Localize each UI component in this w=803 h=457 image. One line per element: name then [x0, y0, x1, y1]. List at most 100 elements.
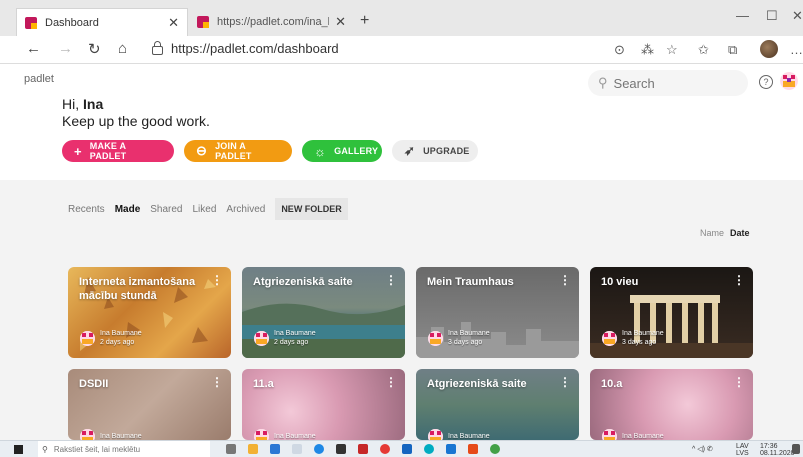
document-icon[interactable] [292, 444, 302, 454]
language-bottom: LVS [736, 450, 749, 457]
more-vertical-icon[interactable]: ⋮ [211, 273, 223, 287]
card-time: 2 days ago [100, 339, 135, 346]
tab-liked[interactable]: Liked [193, 204, 217, 215]
close-window-icon[interactable]: ✕ [792, 8, 803, 24]
taskbar-search[interactable]: ⚲ [38, 441, 210, 457]
home-icon[interactable]: ⌂ [118, 40, 127, 57]
word-icon[interactable] [402, 444, 412, 454]
outlook-icon[interactable] [446, 444, 456, 454]
tab-padlet-profile[interactable]: https://padlet.com/ina_baumane ✕ [189, 8, 354, 36]
favorites-list-icon[interactable]: ✩ [698, 42, 709, 58]
tab-shared[interactable]: Shared [150, 204, 182, 215]
card-owner: Ina Baumane [428, 429, 490, 440]
collections-icon[interactable]: ⧉ [728, 42, 737, 58]
gallery-button[interactable]: ☼ GALLERY [302, 140, 382, 162]
sort-by-name[interactable]: Name [700, 228, 724, 238]
tray-icons[interactable]: ^ ◁) ✆ [692, 446, 713, 453]
windows-taskbar: ⚲ ^ ◁) ✆ LAV LVS 17:36 08.11.2020 [0, 440, 803, 457]
language-indicator[interactable]: LAV LVS [736, 443, 749, 457]
padlet-card[interactable]: Atgriezeniskā saite ⋮ Ina Baumane [416, 369, 579, 440]
join-a-padlet-button[interactable]: ⊖ JOIN A PADLET [184, 140, 292, 162]
card-title: 10 vieu [601, 276, 639, 288]
card-owner: Ina Baumane [80, 429, 142, 440]
store-icon[interactable] [336, 444, 346, 454]
padlet-card[interactable]: Atgriezeniskā saite ⋮ Ina Baumane 2 days … [242, 267, 405, 358]
owner-avatar [254, 429, 269, 440]
padlet-favicon-icon [197, 16, 209, 28]
padlet-card[interactable]: 11.a ⋮ Ina Baumane [242, 369, 405, 440]
app-icon[interactable] [358, 444, 368, 454]
maximize-icon[interactable]: ☐ [766, 8, 778, 24]
more-vertical-icon[interactable]: ⋮ [211, 375, 223, 389]
more-vertical-icon[interactable]: ⋮ [559, 273, 571, 287]
edge-icon[interactable] [314, 444, 324, 454]
owner-avatar [428, 429, 443, 440]
padlet-card[interactable]: DSDII ⋮ Ina Baumane [68, 369, 231, 440]
card-owner: Ina Baumane [254, 429, 316, 440]
padlet-card[interactable]: 10.a ⋮ Ina Baumane [590, 369, 753, 440]
new-folder-button[interactable]: NEW FOLDER [275, 198, 348, 220]
card-time: 2 days ago [274, 339, 309, 346]
help-icon[interactable]: ? [759, 75, 773, 89]
search-input[interactable] [613, 75, 734, 91]
windows-start-icon[interactable] [14, 445, 23, 454]
new-tab-icon[interactable]: + [360, 12, 369, 30]
notifications-icon[interactable] [792, 444, 800, 454]
more-vertical-icon[interactable]: ⋮ [733, 375, 745, 389]
refresh-icon[interactable]: ↻ [88, 40, 101, 58]
task-view-icon[interactable] [226, 444, 236, 454]
padlet-logo[interactable]: padlet [24, 73, 54, 85]
more-vertical-icon[interactable]: ⋮ [559, 375, 571, 389]
card-title: 10.a [601, 378, 623, 390]
tab-archived[interactable]: Archived [226, 204, 265, 215]
padlet-favicon-icon [25, 16, 37, 29]
skype-icon[interactable] [424, 444, 434, 454]
mail-icon[interactable] [270, 444, 280, 454]
url-field[interactable]: https://padlet.com/dashboard [152, 40, 339, 56]
lightbulb-icon: ☼ [314, 143, 327, 159]
read-aloud-icon[interactable]: ⁂ [641, 42, 654, 58]
link-icon: ⊖ [196, 143, 208, 158]
padlet-card[interactable]: 10 vieu ⋮ Ina Baumane 3 days ago [590, 267, 753, 358]
clock[interactable]: 17:36 08.11.2020 [760, 443, 795, 457]
owner-avatar [254, 330, 269, 346]
upgrade-button[interactable]: ➶ UPGRADE [392, 140, 478, 162]
opera-icon[interactable] [380, 444, 390, 454]
greeting-name: Ina [83, 96, 104, 112]
forward-arrow-icon[interactable]: → [58, 40, 73, 57]
taskbar-search-input[interactable] [53, 445, 174, 454]
file-explorer-icon[interactable] [248, 444, 258, 454]
chrome-icon[interactable] [490, 444, 500, 454]
sort-options: Name Date [700, 228, 750, 238]
padlet-card[interactable]: Mein Traumhaus ⋮ Ina Baumane 3 days ago [416, 267, 579, 358]
user-avatar[interactable] [780, 72, 798, 90]
search-icon: ⚲ [598, 75, 608, 90]
close-icon[interactable]: ✕ [335, 14, 346, 30]
favorite-star-icon[interactable]: ☆ [666, 42, 678, 58]
sort-by-date[interactable]: Date [730, 228, 750, 238]
plus-icon: + [74, 143, 82, 159]
more-menu-icon[interactable]: … [790, 42, 803, 57]
card-title: Mein Traumhaus [427, 276, 514, 288]
more-vertical-icon[interactable]: ⋮ [385, 273, 397, 287]
powerpoint-icon[interactable] [468, 444, 478, 454]
tab-made[interactable]: Made [115, 204, 141, 215]
card-owner: Ina Baumane 3 days ago [602, 329, 664, 347]
more-vertical-icon[interactable]: ⋮ [733, 273, 745, 287]
tab-recents[interactable]: Recents [68, 204, 105, 215]
minimize-icon[interactable]: — [736, 8, 749, 23]
upgrade-label: UPGRADE [423, 146, 470, 156]
browser-profile-avatar[interactable] [760, 40, 778, 58]
close-icon[interactable]: ✕ [168, 15, 179, 31]
back-arrow-icon[interactable]: ← [26, 40, 41, 57]
more-vertical-icon[interactable]: ⋮ [385, 375, 397, 389]
lock-icon [152, 40, 163, 55]
tracking-icon[interactable]: ⊙ [614, 42, 625, 58]
make-a-padlet-button[interactable]: + MAKE A PADLET [62, 140, 174, 162]
card-title: Atgriezeniskā saite [253, 276, 353, 288]
tab-dashboard[interactable]: Dashboard ✕ [16, 8, 188, 36]
make-a-padlet-label: MAKE A PADLET [89, 141, 127, 161]
search-box[interactable]: ⚲ [588, 70, 748, 96]
padlet-card[interactable]: Interneta izmantošana mācību stundā ⋮ In… [68, 267, 231, 358]
greeting-hi: Hi, [62, 96, 80, 112]
